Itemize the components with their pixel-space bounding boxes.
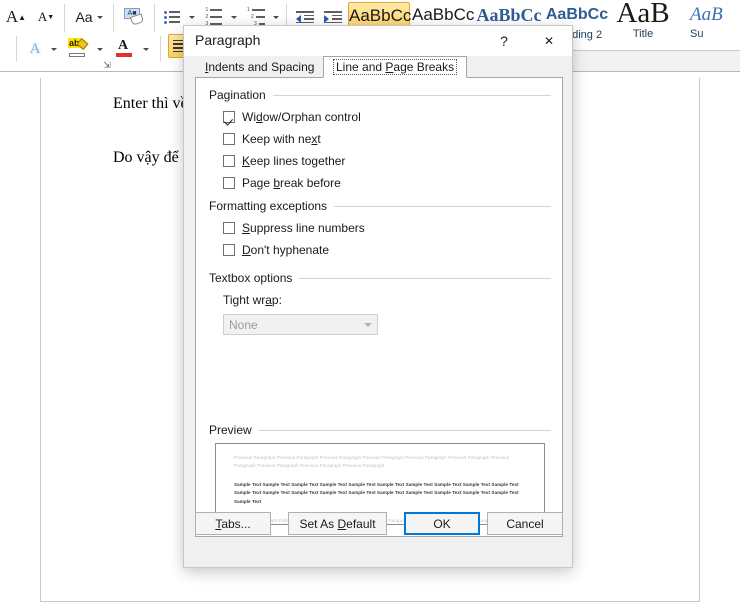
group-rule — [258, 429, 551, 431]
font-color-dropdown-icon[interactable] — [140, 36, 152, 62]
group-formatting-exceptions: Formatting exceptions — [209, 199, 551, 213]
style-label: Su — [690, 28, 704, 40]
dialog-title: Paragraph — [195, 32, 261, 48]
group-rule — [272, 94, 551, 96]
group-textbox-options: Textbox options — [209, 271, 551, 285]
group-label: Preview — [209, 423, 252, 437]
checkbox-label: Widow/Orphan control — [242, 110, 361, 124]
tabs-button[interactable]: Tabs... — [195, 512, 271, 535]
suppress-line-numbers-checkbox[interactable]: Suppress line numbers — [223, 219, 365, 237]
document-right-margin — [701, 78, 740, 602]
set-as-default-button[interactable]: Set As Default — [288, 512, 387, 535]
style-sample: AaBbCс — [476, 5, 542, 25]
help-icon[interactable]: ? — [491, 30, 517, 52]
checkbox-label: Keep with next — [242, 132, 321, 146]
tight-wrap-dropdown[interactable]: None — [223, 314, 378, 335]
tab-label: Indents and Spacing — [205, 60, 315, 74]
grow-font-icon[interactable]: A ▲ — [2, 3, 30, 31]
tab-line-and-page-breaks[interactable]: Line and Page Breaks — [323, 56, 468, 78]
chevron-down-icon[interactable] — [358, 315, 377, 334]
button-label: Set As Default — [299, 516, 376, 531]
preview-sample-text: Sample Text Sample Text Sample Text Samp… — [234, 482, 519, 504]
style-label: Title — [632, 28, 654, 40]
keep-with-next-checkbox[interactable]: Keep with next — [223, 130, 321, 148]
style-sample: AaB — [690, 4, 723, 25]
dialog-content-panel: Pagination Widow/Orphan control Keep wit… — [195, 77, 563, 537]
button-label: Tabs... — [215, 516, 251, 531]
group-label: Formatting exceptions — [209, 199, 328, 213]
checkbox-box[interactable] — [223, 155, 235, 167]
group-rule — [299, 277, 551, 279]
close-icon[interactable]: ✕ — [532, 30, 566, 52]
shrink-font-icon[interactable]: A ▼ — [32, 3, 60, 31]
ok-button[interactable]: OK — [404, 512, 480, 535]
checkbox-box[interactable] — [223, 244, 235, 256]
group-label: Textbox options — [209, 271, 293, 285]
group-pagination: Pagination — [209, 88, 551, 102]
style-item-1[interactable]: AaBbCc — [412, 4, 474, 26]
group-label: Pagination — [209, 88, 266, 102]
checkbox-box[interactable] — [223, 133, 235, 145]
cancel-button[interactable]: Cancel — [487, 512, 563, 535]
style-item-title[interactable]: AaB Title — [612, 0, 674, 40]
checkbox-label: Keep lines together — [242, 154, 346, 168]
clear-formatting-icon[interactable]: A■ — [119, 3, 149, 31]
group-rule — [334, 205, 551, 207]
text-highlight-color-icon[interactable]: ab — [64, 34, 92, 62]
change-case-icon[interactable]: Aa — [70, 3, 108, 31]
checkbox-label: Don't hyphenate — [242, 243, 330, 257]
group-preview: Preview — [209, 423, 551, 437]
checkbox-box[interactable] — [223, 177, 235, 189]
document-left-margin — [0, 78, 40, 602]
dialog-button-bar: Tabs... Set As Default OK Cancel — [184, 512, 572, 567]
font-group-launcher-icon[interactable]: ⇲ — [100, 58, 114, 72]
style-sample: AaBbCc — [412, 5, 475, 24]
text-effects-icon[interactable]: A — [22, 36, 48, 62]
tight-wrap-label: Tight wrap: — [223, 293, 282, 307]
tab-label: Line and Page Breaks — [333, 59, 458, 75]
tight-wrap-value: None — [229, 317, 258, 332]
style-sample: AaB — [616, 0, 670, 29]
checkbox-box[interactable] — [223, 111, 235, 123]
tab-indents-and-spacing[interactable]: Indents and Spacing — [195, 56, 325, 78]
dont-hyphenate-checkbox[interactable]: Don't hyphenate — [223, 241, 329, 259]
keep-lines-together-checkbox[interactable]: Keep lines together — [223, 152, 345, 170]
dialog-titlebar[interactable]: Paragraph ? ✕ — [184, 26, 572, 56]
checkbox-box[interactable] — [223, 222, 235, 234]
text-effects-dropdown-icon[interactable] — [48, 36, 60, 62]
checkbox-label: Suppress line numbers — [242, 221, 365, 235]
checkbox-label: Page break before — [242, 176, 341, 190]
widow-orphan-control-checkbox[interactable]: Widow/Orphan control — [223, 108, 361, 126]
button-label: OK — [433, 516, 451, 531]
style-sample: AaBbCc — [545, 6, 609, 23]
paragraph-dialog[interactable]: Paragraph ? ✕ Indents and Spacing Line a… — [183, 25, 573, 568]
page-break-before-checkbox[interactable]: Page break before — [223, 174, 341, 192]
style-item-subtitle[interactable]: AaB Su — [690, 4, 740, 40]
button-label: Cancel — [506, 516, 544, 531]
dialog-tabstrip: Indents and Spacing Line and Page Breaks — [195, 56, 563, 78]
font-color-icon[interactable]: A — [110, 34, 138, 62]
preview-previous-paragraph: Previous Paragraph Previous Paragraph Pr… — [234, 455, 510, 469]
style-item-2[interactable]: AaBbCс — [476, 4, 542, 26]
